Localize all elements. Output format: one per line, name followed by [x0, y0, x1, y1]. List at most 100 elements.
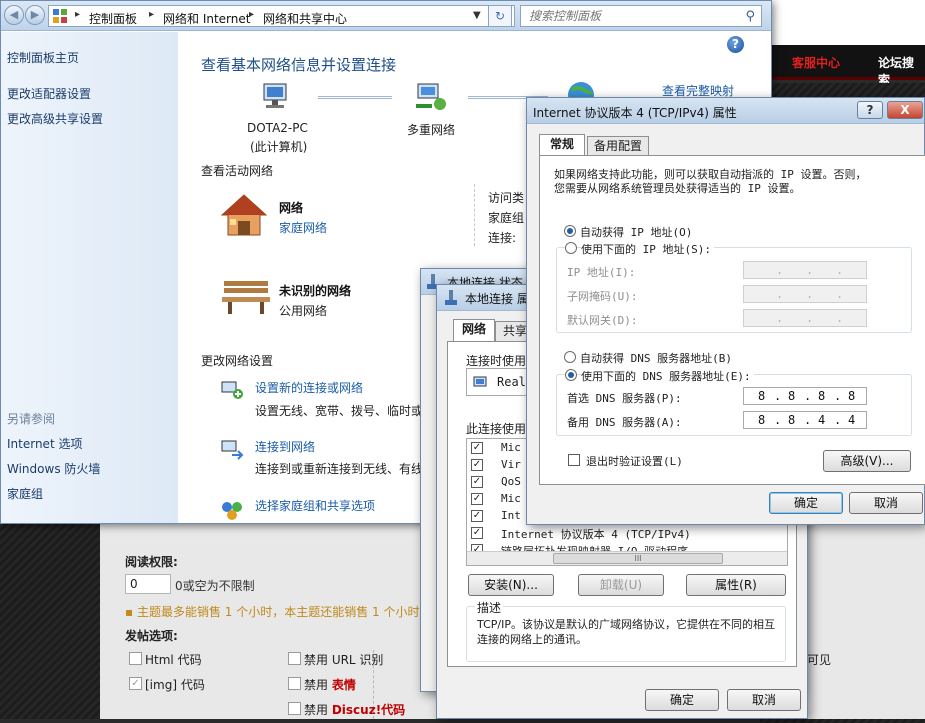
auto-dns-label: 自动获得 DNS 服务器地址(B) [580, 352, 732, 365]
tab-general[interactable]: 常规 [539, 134, 585, 156]
auto-dns-radio[interactable] [564, 351, 576, 363]
cancel-button[interactable]: 取消 [727, 689, 801, 711]
use-ip-radio[interactable] [565, 242, 577, 254]
disable-url-checkbox[interactable] [288, 652, 301, 665]
ok-button[interactable]: 确定 [645, 689, 719, 711]
advanced-button[interactable]: 高级(V)... [823, 450, 911, 472]
sidebar-homegroup[interactable]: 家庭组 [7, 485, 43, 502]
multiple-networks-label: 多重网络 [407, 123, 456, 137]
default-gateway-label: 默认网关(D): [567, 314, 638, 327]
item-checkbox[interactable]: ✓ [471, 510, 483, 522]
html-code-checkbox[interactable] [129, 652, 142, 665]
control-panel-icon [53, 9, 67, 23]
breadcrumb-separator-icon[interactable]: ▸ [249, 9, 254, 20]
properties-button[interactable]: 属性(R) [686, 574, 786, 596]
use-dns-label: 使用下面的 DNS 服务器地址(E): [581, 368, 754, 384]
connect-network-icon [220, 437, 244, 464]
computer-name: DOTA2-PC [247, 121, 308, 135]
refresh-button[interactable]: ↻ [488, 5, 512, 27]
help-icon[interactable]: ? [727, 36, 744, 53]
active-networks-heading: 查看活动网络 [201, 164, 274, 178]
breadcrumb-control-panel[interactable]: 控制面板 [89, 10, 137, 27]
tab-networking[interactable]: 网络 [453, 319, 495, 341]
item-checkbox[interactable]: ✓ [471, 459, 483, 471]
preferred-dns-field[interactable]: 8. 8. 8. 8 [743, 387, 867, 405]
address-toolbar: ◀ ▶ ▸ 控制面板 ▸ 网络和 Internet ▸ 网络和共享中心 ▼ ↻ … [1, 1, 771, 31]
address-bar[interactable]: ▸ 控制面板 ▸ 网络和 Internet ▸ 网络和共享中心 ▼ [48, 5, 515, 27]
forward-button[interactable]: ▶ [25, 5, 45, 25]
item-label: QoS [501, 475, 521, 488]
item-checkbox[interactable]: ✓ [471, 442, 483, 454]
address-dropdown-icon[interactable]: ▼ [473, 10, 481, 21]
horizontal-scrollbar[interactable]: III [467, 551, 787, 565]
page-title: 查看基本网络信息并设置连接 [201, 56, 397, 74]
change-settings-heading: 更改网络设置 [201, 354, 274, 368]
close-button[interactable]: X [887, 101, 923, 119]
item-label: Mic [501, 441, 521, 454]
background-texture-left [0, 520, 100, 719]
connections-label: 连接: [488, 231, 517, 245]
sidebar-control-panel-home[interactable]: 控制面板主页 [7, 49, 79, 66]
tab-alternate-config[interactable]: 备用配置 [587, 136, 649, 156]
cancel-button[interactable]: 取消 [849, 492, 923, 514]
help-question-button[interactable]: ? [857, 101, 883, 119]
validate-settings-checkbox[interactable] [568, 454, 580, 466]
alternate-dns-label: 备用 DNS 服务器(A): [567, 416, 682, 429]
disable-smilies-label: 禁用 表情 [304, 678, 356, 692]
breadcrumb-network-sharing-center[interactable]: 网络和共享中心 [263, 10, 347, 27]
disable-discuz-label: 禁用 Discuz!代码 [304, 703, 406, 717]
validate-settings-label: 退出时验证设置(L) [586, 455, 683, 468]
disable-url-label: 禁用 URL 识别 [304, 653, 384, 667]
auto-ip-label: 自动获得 IP 地址(O) [580, 226, 693, 239]
item-label: Int [501, 509, 521, 522]
network-1-type-link[interactable]: 家庭网络 [279, 219, 327, 236]
sidebar-internet-options[interactable]: Internet 选项 [7, 435, 82, 452]
default-gateway-field[interactable]: ... [743, 309, 867, 327]
item-checkbox[interactable]: ✓ [471, 527, 483, 539]
adapter-icon [473, 375, 489, 392]
description-text: TCP/IP。该协议是默认的广域网络协议，它提供在不同的相互连接的网络上的通讯。 [477, 618, 775, 646]
item-checkbox[interactable]: ✓ [471, 493, 483, 505]
sidebar-windows-firewall[interactable]: Windows 防火墙 [7, 460, 100, 477]
homegroup-sharing-link[interactable]: 选择家庭组和共享选项 [255, 497, 375, 514]
computer-subtitle: (此计算机) [250, 140, 308, 154]
nav-customer-service[interactable]: 客服中心 [792, 54, 840, 71]
item-checkbox[interactable]: ✓ [471, 476, 483, 488]
setup-connection-link[interactable]: 设置新的连接或网络 [255, 379, 363, 396]
network-2-type: 公用网络 [279, 304, 328, 318]
network-1-name: 网络 [279, 201, 304, 215]
search-icon[interactable]: ⚲ [745, 9, 755, 24]
static-ip-group: 使用下面的 IP 地址(S): IP 地址(I): ... 子网掩码(U): .… [556, 241, 912, 333]
intro-line-2: 您需要从网络系统管理员处获得适当的 IP 设置。 [554, 182, 801, 195]
sidebar-change-advanced-sharing[interactable]: 更改高级共享设置 [7, 110, 103, 127]
img-code-checkbox[interactable]: ✓ [129, 677, 142, 690]
ipv4-dialog-titlebar[interactable]: Internet 协议版本 4 (TCP/IPv4) 属性 ? X [527, 98, 924, 124]
access-type-label: 访问类 [488, 191, 525, 205]
auto-ip-radio[interactable] [564, 225, 576, 237]
subnet-mask-label: 子网掩码(U): [567, 290, 638, 303]
img-code-label: [img] 代码 [145, 678, 205, 692]
disable-discuz-checkbox[interactable] [288, 702, 301, 715]
breadcrumb-separator-icon[interactable]: ▸ [149, 9, 154, 20]
ip-address-field[interactable]: ... [743, 261, 867, 279]
breadcrumb-network-internet[interactable]: 网络和 Internet [163, 10, 250, 27]
homegroup-label: 家庭组 [488, 211, 525, 225]
subnet-mask-field[interactable]: ... [743, 285, 867, 303]
alternate-dns-field[interactable]: 8. 8. 4. 4 [743, 411, 867, 429]
install-button[interactable]: 安装(N)... [468, 574, 554, 596]
read-permission-input[interactable]: 0 [125, 574, 171, 594]
disable-smilies-checkbox[interactable] [288, 677, 301, 690]
uninstall-button[interactable]: 卸载(U) [578, 574, 664, 596]
back-button[interactable]: ◀ [4, 5, 24, 25]
ipv4-dialog-title: Internet 协议版本 4 (TCP/IPv4) 属性 [533, 106, 737, 120]
sidebar-change-adapter-settings[interactable]: 更改适配器设置 [7, 85, 91, 102]
connect-to-network-link[interactable]: 连接到网络 [255, 438, 315, 455]
use-dns-radio[interactable] [565, 369, 577, 381]
ok-button[interactable]: 确定 [769, 492, 843, 514]
search-box[interactable]: ⚲ [520, 5, 762, 27]
breadcrumb-separator-icon[interactable]: ▸ [75, 9, 80, 20]
sale-warning: ▪ 主题最多能销售 1 个小时，本主题还能销售 1 个小时 [125, 605, 420, 619]
preferred-dns-label: 首选 DNS 服务器(P): [567, 392, 682, 405]
search-input[interactable] [527, 7, 737, 25]
scrollbar-thumb[interactable]: III [553, 553, 723, 564]
